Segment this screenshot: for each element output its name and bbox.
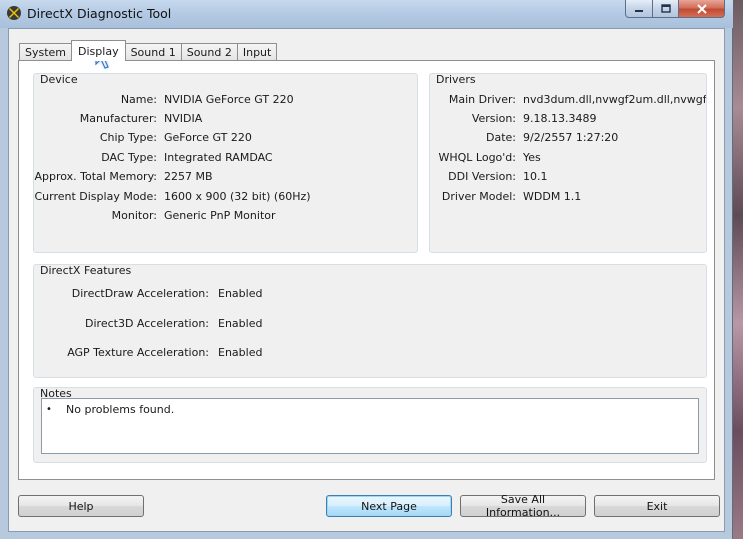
window-client-area: System Display Sound 1 Sound 2 Input Dev…: [8, 28, 725, 532]
tab-label: Display: [78, 44, 119, 58]
feature-value-directdraw: Enabled: [218, 287, 263, 300]
device-label-manufacturer: Manufacturer:: [79, 112, 157, 125]
drivers-label-version: Version:: [471, 112, 516, 125]
minimize-icon: [635, 9, 643, 12]
device-value-dac-type: Integrated RAMDAC: [164, 151, 273, 164]
drivers-value-version: 9.18.13.3489: [523, 112, 597, 125]
tab-label: System: [25, 46, 67, 59]
device-label-name: Name:: [120, 93, 157, 106]
directx-features-title: DirectX Features: [40, 264, 132, 277]
drivers-group: Drivers Main Driver: nvd3dum.dll,nvwgf2u…: [429, 73, 707, 253]
maximize-button[interactable]: [653, 0, 679, 18]
note-item: No problems found.: [66, 403, 175, 416]
device-label-display-mode: Current Display Mode:: [34, 190, 157, 203]
drivers-value-date: 9/2/2557 1:27:20: [523, 131, 619, 144]
close-button[interactable]: [679, 0, 725, 18]
feature-label-directdraw: DirectDraw Acceleration:: [71, 287, 209, 300]
dxdiag-window: DirectX Diagnostic Tool System Display S…: [0, 0, 733, 539]
tab-label: Sound 2: [186, 46, 232, 59]
drivers-label-driver-model: Driver Model:: [441, 190, 516, 203]
device-value-chip-type: GeForce GT 220: [164, 131, 252, 144]
save-all-information-button[interactable]: Save All Information...: [460, 493, 586, 519]
feature-value-direct3d: Enabled: [218, 317, 263, 330]
device-label-dac-type: DAC Type:: [101, 151, 157, 164]
close-icon: [696, 3, 707, 14]
caption-buttons: [625, 0, 725, 19]
device-value-memory: 2257 MB: [164, 170, 213, 183]
drivers-label-whql: WHQL Logo'd:: [438, 151, 516, 164]
window-title: DirectX Diagnostic Tool: [27, 6, 172, 21]
help-button[interactable]: Help: [18, 495, 144, 517]
device-value-display-mode: 1600 x 900 (32 bit) (60Hz): [164, 190, 311, 203]
maximize-icon: [660, 4, 671, 13]
drivers-value-ddi-version: 10.1: [523, 170, 548, 183]
feature-value-agp-texture: Enabled: [218, 346, 263, 359]
device-group-title: Device: [40, 73, 78, 86]
drivers-label-date: Date:: [486, 131, 516, 144]
tab-sound-1[interactable]: Sound 1: [124, 43, 182, 61]
device-label-monitor: Monitor:: [111, 209, 157, 222]
drivers-label-main-driver: Main Driver:: [448, 93, 516, 106]
minimize-button[interactable]: [625, 0, 653, 18]
drivers-group-title: Drivers: [436, 73, 476, 86]
tab-input[interactable]: Input: [236, 43, 278, 61]
drivers-value-driver-model: WDDM 1.1: [523, 190, 582, 203]
device-value-manufacturer: NVIDIA: [164, 112, 203, 125]
title-bar[interactable]: DirectX Diagnostic Tool: [0, 0, 733, 28]
device-value-name: NVIDIA GeForce GT 220: [164, 93, 294, 106]
notes-list[interactable]: • No problems found.: [41, 398, 699, 454]
next-page-button[interactable]: Next Page: [326, 495, 452, 517]
device-group: Device Name: NVIDIA GeForce GT 220 Manuf…: [33, 73, 418, 253]
tab-system[interactable]: System: [19, 43, 73, 61]
tab-label: Sound 1: [130, 46, 176, 59]
device-value-monitor: Generic PnP Monitor: [164, 209, 276, 222]
drivers-value-main-driver: nvd3dum.dll,nvwgf2um.dll,nvwgf2um: [523, 93, 707, 106]
drivers-label-ddi-version: DDI Version:: [448, 170, 516, 183]
tab-sound-2[interactable]: Sound 2: [180, 43, 238, 61]
drivers-value-whql: Yes: [523, 151, 541, 164]
feature-label-direct3d: Direct3D Acceleration:: [85, 317, 209, 330]
exit-button[interactable]: Exit: [594, 495, 720, 517]
tab-display[interactable]: Display: [71, 40, 126, 61]
bullet-icon: •: [46, 404, 52, 415]
device-label-chip-type: Chip Type:: [99, 131, 157, 144]
notes-group: Notes • No problems found.: [33, 387, 707, 463]
directx-x-icon: [7, 6, 21, 20]
tab-strip: System Display Sound 1 Sound 2 Input: [19, 40, 278, 61]
tab-label: Input: [242, 46, 272, 59]
display-tab-panel: Device Name: NVIDIA GeForce GT 220 Manuf…: [18, 60, 715, 480]
device-label-memory: Approx. Total Memory:: [34, 170, 158, 183]
feature-label-agp-texture: AGP Texture Acceleration:: [67, 346, 209, 359]
directx-features-group: DirectX Features DirectDraw Acceleration…: [33, 264, 707, 378]
